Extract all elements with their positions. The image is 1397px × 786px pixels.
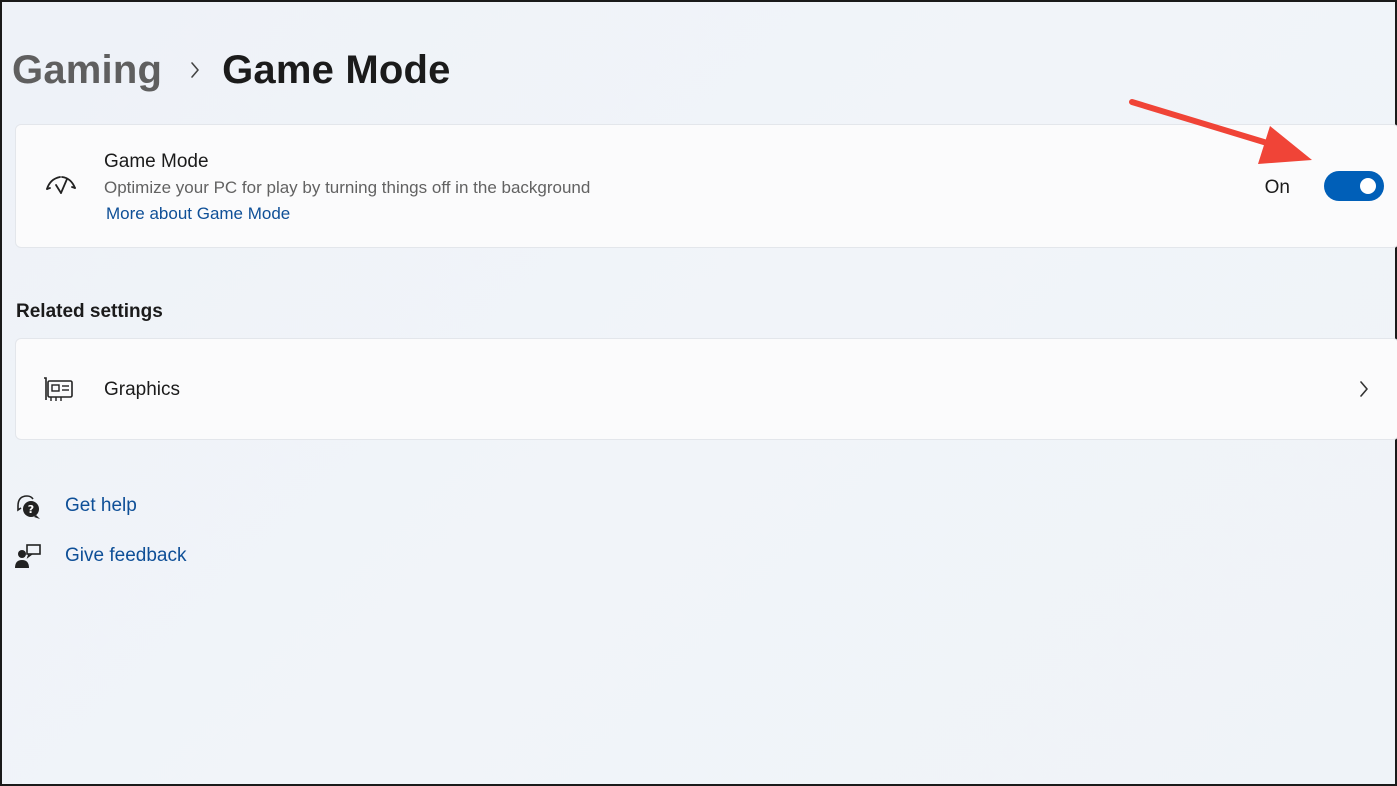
give-feedback-link[interactable]: Give feedback (14, 542, 186, 570)
game-mode-description: Optimize your PC for play by turning thi… (104, 178, 591, 197)
svg-text:?: ? (28, 503, 34, 516)
graphics-card-icon (44, 377, 73, 401)
graphics-label: Graphics (104, 379, 181, 400)
related-settings-header: Related settings (16, 301, 163, 322)
graphics-settings-row[interactable]: Graphics (15, 338, 1397, 440)
breadcrumb-gaming[interactable]: Gaming (12, 48, 162, 93)
game-mode-gauge-icon (46, 176, 76, 194)
page-title: Game Mode (222, 47, 451, 92)
game-mode-card: Game Mode Optimize your PC for play by t… (15, 124, 1397, 248)
get-help-label: Get help (65, 495, 137, 516)
game-mode-title: Game Mode (104, 151, 209, 172)
give-feedback-label: Give feedback (65, 545, 187, 566)
game-mode-toggle[interactable] (1324, 171, 1384, 201)
toggle-state-label: On (1264, 177, 1290, 198)
give-feedback-icon (15, 544, 41, 568)
breadcrumb-chevron-icon (190, 61, 200, 79)
toggle-knob (1360, 178, 1376, 194)
get-help-icon: ? (17, 495, 40, 519)
breadcrumb: Gaming Game Mode (12, 42, 451, 98)
more-about-game-mode-link[interactable]: More about Game Mode (106, 204, 290, 224)
get-help-link[interactable]: ? Get help (14, 492, 137, 520)
chevron-right-icon (1360, 381, 1368, 397)
